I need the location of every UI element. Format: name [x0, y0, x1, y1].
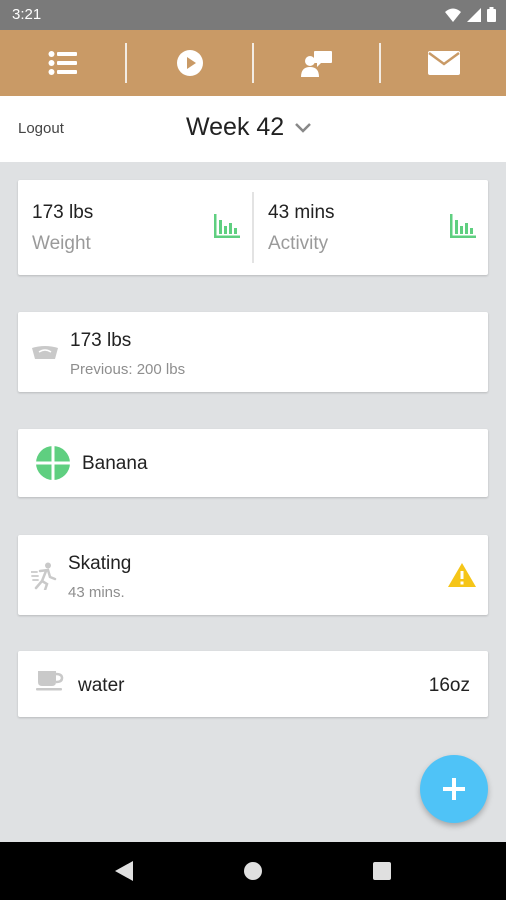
weight-entry-previous: Previous: 200 lbs: [70, 361, 186, 378]
scale-icon: [32, 346, 58, 359]
activity-entry-duration: 43 mins.: [68, 584, 125, 601]
status-icons: [445, 7, 496, 22]
list-icon: [48, 51, 77, 75]
activity-entry-text: Skating 43 mins.: [68, 553, 131, 601]
system-nav-bar: [0, 842, 506, 900]
activity-entry-name: Skating: [68, 553, 132, 574]
drink-entry-amount: 16oz: [428, 675, 470, 696]
play-button[interactable]: [127, 30, 252, 96]
bar-chart-icon[interactable]: [214, 214, 240, 238]
status-bar: 3:21: [0, 0, 506, 30]
list-button[interactable]: [0, 30, 125, 96]
chevron-down-icon: [295, 122, 312, 133]
weight-entry-value: 173 lbs: [70, 330, 132, 351]
warning-icon[interactable]: [448, 563, 476, 587]
cup-icon: [36, 671, 64, 691]
home-icon[interactable]: [243, 861, 263, 881]
drink-entry-card[interactable]: water 16oz: [18, 651, 488, 717]
contact-button[interactable]: [254, 30, 379, 96]
drink-entry-name: water: [78, 675, 125, 696]
recents-icon[interactable]: [373, 862, 391, 880]
bar-chart-icon[interactable]: [450, 214, 476, 238]
food-entry-name: Banana: [82, 453, 148, 474]
activity-summary[interactable]: 43 mins Activity: [254, 180, 488, 275]
week-label: Week 42: [186, 113, 285, 141]
weight-entry-text: 173 lbs Previous: 200 lbs: [70, 330, 185, 378]
week-header: Logout Week 42: [0, 96, 506, 162]
contact-icon: [300, 51, 332, 77]
food-icon: [36, 446, 70, 480]
food-entry-card[interactable]: Banana: [18, 429, 488, 497]
week-selector[interactable]: Week 42: [186, 113, 312, 142]
weight-entry-card[interactable]: 173 lbs Previous: 200 lbs: [18, 312, 488, 392]
back-icon[interactable]: [115, 861, 133, 881]
mail-icon: [427, 51, 460, 75]
weight-summary[interactable]: 173 lbs Weight: [18, 180, 252, 275]
add-entry-button[interactable]: [420, 755, 488, 823]
wifi-icon: [445, 8, 461, 22]
plus-icon: [443, 778, 465, 800]
summary-card: 173 lbs Weight 43 mins Activity: [18, 180, 488, 275]
mail-button[interactable]: [381, 30, 506, 96]
top-toolbar: [0, 30, 506, 96]
logout-link[interactable]: Logout: [18, 120, 64, 137]
play-icon: [176, 50, 203, 76]
running-icon: [31, 562, 57, 590]
signal-icon: [467, 7, 481, 22]
battery-icon: [487, 7, 496, 22]
activity-entry-card[interactable]: Skating 43 mins.: [18, 535, 488, 615]
status-time: 3:21: [12, 6, 42, 23]
